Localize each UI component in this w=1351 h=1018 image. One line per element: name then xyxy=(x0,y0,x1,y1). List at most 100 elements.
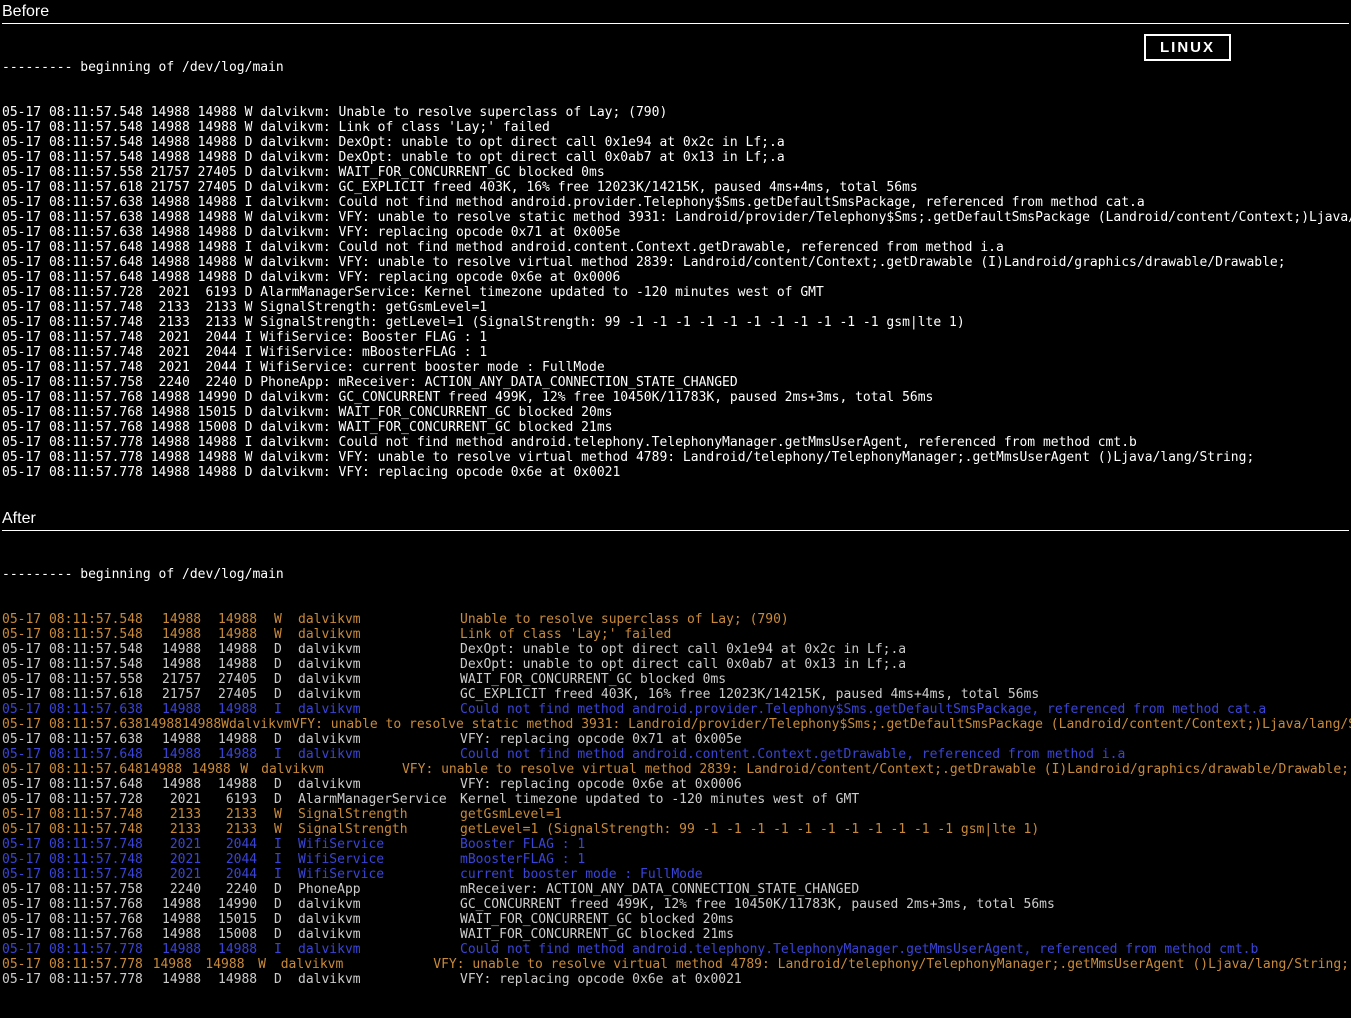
log-pid: 2133 xyxy=(162,807,218,822)
log-time: 05-17 08:11:57.778 xyxy=(2,942,162,957)
log-level: I xyxy=(274,867,298,882)
log-msg: Could not find method android.provider.T… xyxy=(460,702,1349,717)
log-pid: 14988 xyxy=(162,747,218,762)
log-time: 05-17 08:11:57.548 xyxy=(2,627,162,642)
log-tid: 6193 xyxy=(218,792,274,807)
log-row: 05-17 08:11:57.748 2021 2044IWifiService… xyxy=(2,852,1349,867)
log-level: I xyxy=(274,837,298,852)
log-time: 05-17 08:11:57.638 xyxy=(2,717,143,732)
log-line: 05-17 08:11:57.768 14988 15008 D dalvikv… xyxy=(2,420,1349,435)
log-row: 05-17 08:11:57.728 2021 6193DAlarmManage… xyxy=(2,792,1349,807)
log-pid: 14988 xyxy=(162,627,218,642)
log-time: 05-17 08:11:57.768 xyxy=(2,927,162,942)
log-msg: DexOpt: unable to opt direct call 0x0ab7… xyxy=(460,657,1349,672)
log-row: 05-17 08:11:57.5481498814988DdalvikvmDex… xyxy=(2,657,1349,672)
log-tag: dalvikvm xyxy=(261,762,402,777)
log-time: 05-17 08:11:57.748 xyxy=(2,852,162,867)
log-msg: GC_CONCURRENT freed 499K, 12% free 10450… xyxy=(460,897,1349,912)
log-msg: WAIT_FOR_CONCURRENT_GC blocked 21ms xyxy=(460,927,1349,942)
log-line: 05-17 08:11:57.778 14988 14988 I dalvikv… xyxy=(2,435,1349,450)
log-time: 05-17 08:11:57.728 xyxy=(2,792,162,807)
log-tid: 14988 xyxy=(218,942,274,957)
log-tag: WifiService xyxy=(298,867,460,882)
log-row: 05-17 08:11:57.7681498814990DdalvikvmGC_… xyxy=(2,897,1349,912)
log-level: D xyxy=(274,672,298,687)
log-msg: Unable to resolve superclass of Lay; (79… xyxy=(460,612,1349,627)
log-row: 05-17 08:11:57.748 2133 2133WSignalStren… xyxy=(2,807,1349,822)
log-level: D xyxy=(274,792,298,807)
log-line: 05-17 08:11:57.648 14988 14988 W dalvikv… xyxy=(2,255,1349,270)
log-level: I xyxy=(274,852,298,867)
log-line: 05-17 08:11:57.548 14988 14988 D dalvikv… xyxy=(2,135,1349,150)
log-time: 05-17 08:11:57.548 xyxy=(2,612,162,627)
log-line: 05-17 08:11:57.748 2133 2133 W SignalStr… xyxy=(2,300,1349,315)
log-pid: 2021 xyxy=(162,792,218,807)
log-row: 05-17 08:11:57.748 2133 2133WSignalStren… xyxy=(2,822,1349,837)
log-line: 05-17 08:11:57.758 2240 2240 D PhoneApp:… xyxy=(2,375,1349,390)
log-msg: VFY: unable to resolve virtual method 28… xyxy=(402,762,1349,777)
log-line: 05-17 08:11:57.548 14988 14988 W dalvikv… xyxy=(2,120,1349,135)
log-pid: 14988 xyxy=(162,612,218,627)
log-time: 05-17 08:11:57.748 xyxy=(2,837,162,852)
log-time: 05-17 08:11:57.548 xyxy=(2,642,162,657)
log-level: D xyxy=(274,897,298,912)
log-line: 05-17 08:11:57.748 2133 2133 W SignalStr… xyxy=(2,315,1349,330)
log-tid: 15015 xyxy=(218,912,274,927)
log-pid: 2021 xyxy=(162,837,218,852)
log-msg: getGsmLevel=1 xyxy=(460,807,1349,822)
log-row: 05-17 08:11:57.6481498814988DdalvikvmVFY… xyxy=(2,777,1349,792)
log-level: D xyxy=(274,972,298,987)
log-tag: dalvikvm xyxy=(298,612,460,627)
log-msg: VFY: unable to resolve virtual method 47… xyxy=(433,957,1349,972)
log-msg: DexOpt: unable to opt direct call 0x1e94… xyxy=(460,642,1349,657)
log-msg: VFY: replacing opcode 0x6e at 0x0006 xyxy=(460,777,1349,792)
log-level: W xyxy=(221,717,229,732)
log-pid: 21757 xyxy=(162,687,218,702)
log-pid: 14988 xyxy=(162,732,218,747)
log-row: 05-17 08:11:57.6481498814988WdalvikvmVFY… xyxy=(2,762,1349,777)
log-tid: 14988 xyxy=(182,717,221,732)
log-time: 05-17 08:11:57.618 xyxy=(2,687,162,702)
log-msg: VFY: replacing opcode 0x71 at 0x005e xyxy=(460,732,1349,747)
log-line: 05-17 08:11:57.748 2021 2044 I WifiServi… xyxy=(2,360,1349,375)
log-pid: 2021 xyxy=(162,852,218,867)
log-row: 05-17 08:11:57.6381498814988IdalvikvmCou… xyxy=(2,702,1349,717)
log-row: 05-17 08:11:57.7781498814988IdalvikvmCou… xyxy=(2,942,1349,957)
log-tag: PhoneApp xyxy=(298,882,460,897)
log-level: I xyxy=(274,942,298,957)
log-pid: 2133 xyxy=(162,822,218,837)
log-row: 05-17 08:11:57.6381498814988DdalvikvmVFY… xyxy=(2,732,1349,747)
log-line: 05-17 08:11:57.778 14988 14988 W dalvikv… xyxy=(2,450,1349,465)
log-pid: 2021 xyxy=(162,867,218,882)
log-pid: 14988 xyxy=(143,717,182,732)
log-time: 05-17 08:11:57.748 xyxy=(2,807,162,822)
log-time: 05-17 08:11:57.748 xyxy=(2,822,162,837)
log-time: 05-17 08:11:57.648 xyxy=(2,762,143,777)
log-msg: mReceiver: ACTION_ANY_DATA_CONNECTION_ST… xyxy=(460,882,1349,897)
log-tag: dalvikvm xyxy=(298,627,460,642)
log-pid: 14988 xyxy=(162,642,218,657)
log-msg: VFY: replacing opcode 0x6e at 0x0021 xyxy=(460,972,1349,987)
before-log: --------- beginning of /dev/log/main 05-… xyxy=(2,28,1349,509)
log-row: 05-17 08:11:57.6481498814988IdalvikvmCou… xyxy=(2,747,1349,762)
log-tag: dalvikvm xyxy=(298,747,460,762)
log-tag: dalvikvm xyxy=(298,972,460,987)
log-tid: 14990 xyxy=(218,897,274,912)
log-level: D xyxy=(274,657,298,672)
log-pid: 14988 xyxy=(153,957,206,972)
log-tid: 14988 xyxy=(218,627,274,642)
log-tid: 2044 xyxy=(218,852,274,867)
log-level: D xyxy=(274,642,298,657)
log-row: 05-17 08:11:57.7681498815008DdalvikvmWAI… xyxy=(2,927,1349,942)
log-line: 05-17 08:11:57.748 2021 2044 I WifiServi… xyxy=(2,330,1349,345)
log-line: 05-17 08:11:57.638 14988 14988 W dalvikv… xyxy=(2,210,1349,225)
log-tid: 14988 xyxy=(205,957,258,972)
log-msg: WAIT_FOR_CONCURRENT_GC blocked 20ms xyxy=(460,912,1349,927)
log-tag: dalvikvm xyxy=(298,672,460,687)
log-tag: dalvikvm xyxy=(298,927,460,942)
log-level: W xyxy=(274,612,298,627)
log-line: 05-17 08:11:57.548 14988 14988 D dalvikv… xyxy=(2,150,1349,165)
log-time: 05-17 08:11:57.558 xyxy=(2,672,162,687)
log-tag: dalvikvm xyxy=(298,687,460,702)
before-heading: Before xyxy=(2,4,1349,19)
